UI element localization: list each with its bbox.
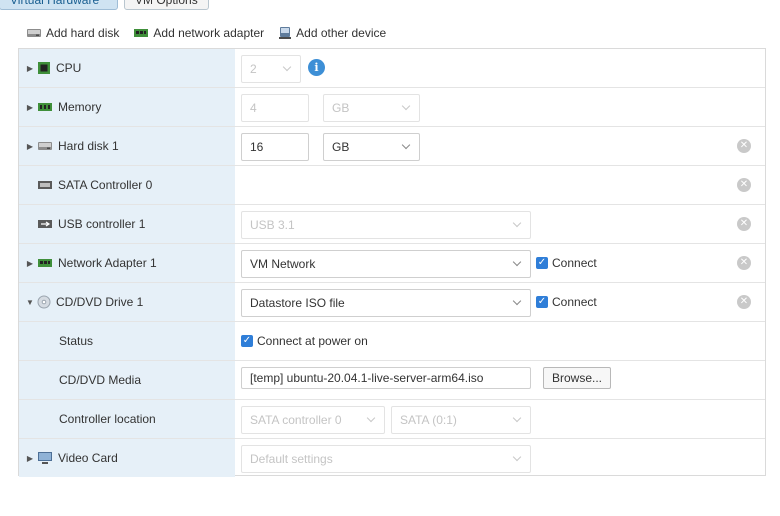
add-network-adapter-label: Add network adapter [153,26,265,40]
media-label-cell: CD/DVD Media [19,361,235,399]
cdrom-label-cell: ▼ CD/DVD Drive 1 [19,283,235,321]
remove-icon[interactable]: ✕ [737,256,751,270]
checkbox-checked-icon: ✓ [536,257,548,269]
cdrom-connect-checkbox[interactable]: ✓ Connect [536,295,597,309]
usb-label-cell: ▶ USB controller 1 [19,205,235,243]
usb-icon [37,218,53,230]
video-settings-select[interactable]: Default settings [241,445,531,473]
network-label-cell: ▶ Network Adapter 1 [19,244,235,282]
remove-icon[interactable]: ✕ [737,178,751,192]
cd-dvd-icon [37,295,51,309]
hard-disk-size-input[interactable]: 16 [241,133,309,161]
hard-disk-icon [27,29,41,37]
remove-icon[interactable]: ✕ [737,139,751,153]
browse-button[interactable]: Browse... [543,367,612,389]
sata-label-cell: ▶ SATA Controller 0 [19,166,235,204]
add-other-device-button[interactable]: Add other device [278,26,386,40]
add-other-device-label: Add other device [296,26,387,40]
network-connect-checkbox[interactable]: ✓ Connect [536,256,597,270]
cpu-count-select[interactable]: 2 [241,55,301,83]
controller-location-label: Controller location [59,412,156,426]
remove-icon[interactable]: ✕ [737,217,751,231]
usb-version-select[interactable]: USB 3.1 [241,211,531,239]
sata-label: SATA Controller 0 [58,178,153,192]
memory-label: Memory [58,100,102,114]
checkbox-checked-icon: ✓ [241,335,253,347]
row-hard-disk: ▶ Hard disk 1 16 GB ✕ [19,127,765,166]
sata-icon [37,179,53,191]
remove-icon[interactable]: ✕ [737,295,751,309]
device-icon [279,27,292,39]
row-cdrom-media: CD/DVD Media [temp] ubuntu-20.04.1-live-… [19,361,765,400]
network-adapter-icon [37,257,53,269]
virtual-hardware-table: ▶ CPU 2 i ▶ Memory 4 GB ▶ Hard disk 1 16… [18,48,766,478]
status-label: Status [59,334,94,348]
row-cpu: ▶ CPU 2 i [19,49,765,88]
collapse-caret-icon[interactable]: ▼ [25,298,35,307]
row-usb-controller: ▶ USB controller 1 USB 3.1 ✕ [19,205,765,244]
add-hard-disk-button[interactable]: Add hard disk [26,26,119,40]
cpu-label: CPU [56,61,82,75]
hardware-toolbar: Add hard disk Add network adapter Add ot… [26,23,400,43]
row-cd-dvd-drive: ▼ CD/DVD Drive 1 Datastore ISO file ✓ Co… [19,283,765,322]
row-memory: ▶ Memory 4 GB [19,88,765,127]
usb-label: USB controller 1 [58,217,146,231]
hard-disk-label-cell: ▶ Hard disk 1 [19,127,235,165]
memory-icon [37,101,53,113]
iso-path-input[interactable]: [temp] ubuntu-20.04.1-live-server-arm64.… [241,367,531,389]
status-label-cell: Status [19,322,235,360]
cpu-icon [37,61,51,75]
network-label: Network Adapter 1 [58,256,157,270]
cdrom-connect-label: Connect [552,295,597,309]
expand-caret-icon[interactable]: ▶ [25,103,35,112]
controller-port-select[interactable]: SATA (0:1) [391,406,531,434]
cpu-label-cell: ▶ CPU [19,49,235,87]
expand-caret-icon[interactable]: ▶ [25,259,35,268]
row-video-card: ▶ Video Card Default settings [19,439,765,478]
info-icon[interactable]: i [308,59,325,76]
media-label: CD/DVD Media [59,373,142,387]
expand-caret-icon[interactable]: ▶ [25,454,35,463]
row-network-adapter: ▶ Network Adapter 1 VM Network ✓ Connect… [19,244,765,283]
tab-virtual-hardware[interactable]: Virtual Hardware [0,0,118,10]
hard-disk-label: Hard disk 1 [58,139,119,153]
network-select[interactable]: VM Network [241,250,531,278]
row-sata-controller: ▶ SATA Controller 0 ✕ [19,166,765,205]
tab-vm-options[interactable]: VM Options [124,0,209,10]
network-connect-label: Connect [552,256,597,270]
row-cdrom-status: Status ✓ Connect at power on [19,322,765,361]
memory-unit-select[interactable]: GB [323,94,420,122]
hard-disk-unit-select[interactable]: GB [323,133,420,161]
checkbox-checked-icon: ✓ [536,296,548,308]
expand-caret-icon[interactable]: ▶ [25,142,35,151]
network-adapter-icon [134,29,149,37]
video-card-icon [37,451,53,465]
memory-size-input[interactable]: 4 [241,94,309,122]
connect-at-power-on-label: Connect at power on [257,334,368,348]
hard-disk-icon [37,140,53,152]
controller-select[interactable]: SATA controller 0 [241,406,385,434]
row-controller-location: Controller location SATA controller 0 SA… [19,400,765,439]
add-network-adapter-button[interactable]: Add network adapter [133,26,264,40]
cdrom-label: CD/DVD Drive 1 [56,295,144,309]
memory-label-cell: ▶ Memory [19,88,235,126]
add-hard-disk-label: Add hard disk [46,26,120,40]
video-label: Video Card [58,451,118,465]
connect-at-power-on-checkbox[interactable]: ✓ Connect at power on [241,334,368,348]
video-label-cell: ▶ Video Card [19,439,235,477]
cdrom-source-select[interactable]: Datastore ISO file [241,289,531,317]
expand-caret-icon[interactable]: ▶ [25,64,35,73]
controller-label-cell: Controller location [19,400,235,438]
